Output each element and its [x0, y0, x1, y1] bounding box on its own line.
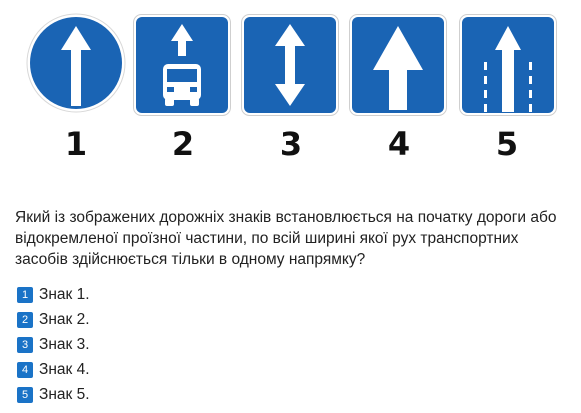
- answer-label-4: Знак 4.: [39, 360, 90, 378]
- question-text: Який із зображених дорожніх знаків встан…: [15, 209, 557, 268]
- bus-lane-arrow-up-icon: [133, 14, 231, 116]
- answer-label-1: Знак 1.: [39, 285, 90, 303]
- answer-label-2: Знак 2.: [39, 310, 90, 328]
- sign-3: [241, 14, 339, 121]
- answer-badge-1: 1: [17, 286, 33, 303]
- answer-option-3[interactable]: 3 Знак 3.: [17, 332, 90, 357]
- round-one-way-arrow-up-icon: [26, 13, 126, 113]
- road-signs-row: 1 2 3 4 5: [0, 0, 581, 170]
- sign-number-5: 5: [495, 125, 519, 163]
- sign-1: [25, 12, 127, 119]
- answer-badge-5: 5: [17, 386, 33, 403]
- answer-label-3: Знак 3.: [39, 335, 90, 353]
- sign-5: [459, 14, 557, 121]
- answer-badge-4: 4: [17, 361, 33, 378]
- lanes-one-direction-arrow-icon: [459, 14, 557, 116]
- answer-label-5: Знак 5.: [39, 385, 90, 403]
- answer-badge-2: 2: [17, 311, 33, 328]
- answer-option-4[interactable]: 4 Знак 4.: [17, 357, 90, 382]
- answer-badge-3: 3: [17, 336, 33, 353]
- sign-4: [349, 14, 447, 121]
- answer-list: 1 Знак 1. 2 Знак 2. 3 Знак 3. 4 Знак 4. …: [17, 282, 90, 407]
- answer-option-1[interactable]: 1 Знак 1.: [17, 282, 90, 307]
- double-arrow-up-down-icon: [241, 14, 339, 116]
- sign-number-4: 4: [387, 125, 411, 163]
- sign-number-3: 3: [279, 125, 303, 163]
- sign-2: [133, 14, 231, 121]
- answer-option-5[interactable]: 5 Знак 5.: [17, 382, 90, 407]
- answer-option-2[interactable]: 2 Знак 2.: [17, 307, 90, 332]
- sign-number-1: 1: [64, 125, 88, 163]
- sign-number-2: 2: [171, 125, 195, 163]
- one-way-road-arrow-icon: [349, 14, 447, 116]
